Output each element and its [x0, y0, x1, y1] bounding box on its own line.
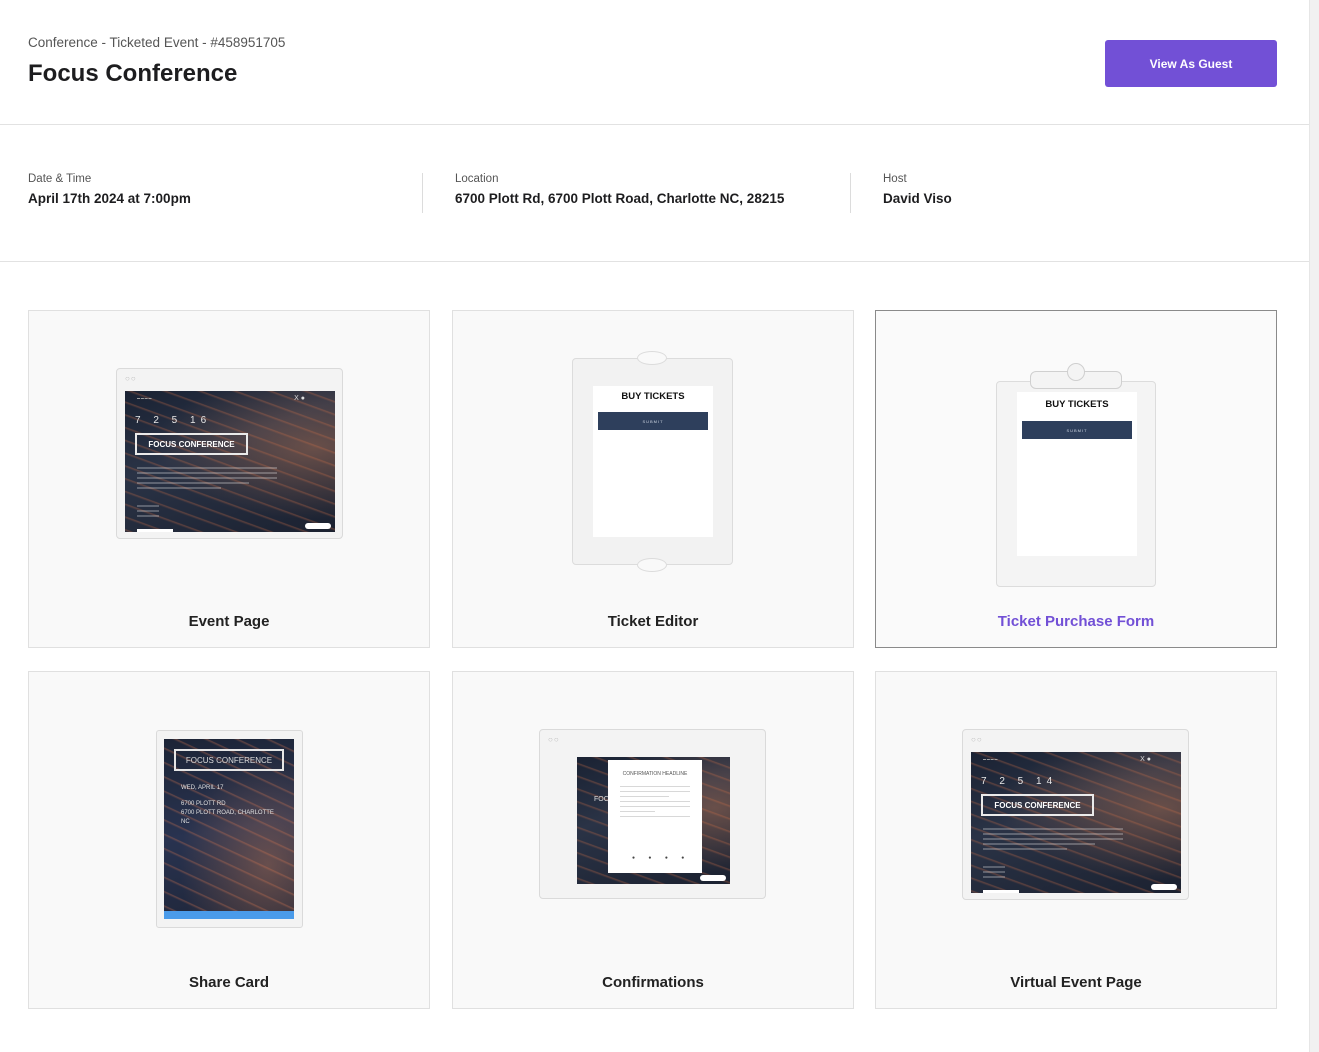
social-icons: X ● — [1140, 756, 1151, 763]
preview-event-title: FOCUS CONFERENCE — [135, 433, 248, 455]
confirmation-rows — [620, 786, 690, 821]
ticket-notch — [637, 558, 667, 572]
share-card-address-2: 6700 PLOTT ROAD, CHARLOTTE — [181, 810, 274, 816]
confirmation-headline: CONFIRMATION HEADLINE — [622, 771, 688, 777]
share-card-title: FOCUS CONFERENCE — [174, 749, 284, 771]
clipboard-ring-icon — [1067, 363, 1085, 381]
preview-nav: ▬ ▬ ▬ ▬ — [983, 757, 998, 761]
card-label: Ticket Editor — [607, 613, 699, 630]
preview-event-title: FOCUS CONFERENCE — [981, 794, 1094, 816]
preview-logo — [305, 523, 331, 529]
social-icons: X ● — [294, 395, 305, 402]
window-dots-icon: ○○ — [125, 374, 137, 383]
confirmation-modal: CONFIRMATION HEADLINE ● ● ● ● — [608, 760, 702, 873]
card-ticket-purchase-form[interactable]: BUY TICKETS SUBMIT Ticket Purchase Form — [875, 310, 1277, 648]
location-section: Location 6700 Plott Rd, 6700 Plott Road,… — [455, 173, 784, 206]
clipboard-preview: BUY TICKETS SUBMIT — [996, 381, 1156, 587]
preview-description — [983, 828, 1123, 853]
location-label: Location — [455, 173, 499, 185]
buy-tickets-heading: BUY TICKETS — [1045, 399, 1109, 410]
card-event-page[interactable]: ○○ ▬ ▬ ▬ ▬ X ● 7 2 5 16 FOCUS CONFERENCE… — [28, 310, 430, 648]
page-title: Focus Conference — [28, 60, 238, 87]
submit-bar: SUBMIT — [598, 412, 708, 430]
date-time-section: Date & Time April 17th 2024 at 7:00pm — [28, 173, 191, 206]
divider — [422, 173, 423, 213]
card-label: Share Card — [188, 974, 270, 991]
card-share-card[interactable]: FOCUS CONFERENCE WED, APRIL 17 6700 PLOT… — [28, 671, 430, 1009]
card-virtual-event-page[interactable]: ○○ ▬ ▬ ▬ ▬ X ● 7 2 5 14 FOCUS CONFERENCE… — [875, 671, 1277, 1009]
confirmation-preview: ○○ FOC CONFIRMATION HEADLINE ● ● ● ● — [539, 729, 766, 899]
countdown: 7 2 5 14 — [981, 776, 1058, 787]
share-card-address-1: 6700 PLOTT RD — [181, 801, 226, 807]
share-card-address-3: NC — [181, 819, 190, 825]
card-ticket-editor[interactable]: BUY TICKETS SUBMIT Ticket Editor — [452, 310, 854, 648]
divider — [850, 173, 851, 213]
share-card-footer-bar — [164, 911, 294, 919]
preview-logo — [1151, 884, 1177, 890]
virtual-event-hero: ▬ ▬ ▬ ▬ X ● 7 2 5 14 FOCUS CONFERENCE — [971, 752, 1181, 893]
confirmation-backdrop: FOC CONFIRMATION HEADLINE ● ● ● ● — [577, 757, 730, 884]
preview-footer — [983, 890, 1019, 893]
ticket-form: BUY TICKETS SUBMIT — [593, 386, 713, 537]
host-label: Host — [883, 173, 907, 185]
date-time-value: April 17th 2024 at 7:00pm — [28, 191, 191, 206]
virtual-event-preview: ○○ ▬ ▬ ▬ ▬ X ● 7 2 5 14 FOCUS CONFERENCE — [962, 729, 1189, 900]
event-info-bar: Date & Time April 17th 2024 at 7:00pm Lo… — [0, 125, 1309, 262]
preview-description — [137, 467, 277, 492]
event-page-hero: ▬ ▬ ▬ ▬ X ● 7 2 5 16 FOCUS CONFERENCE — [125, 391, 335, 532]
window-dots-icon: ○○ — [971, 735, 983, 744]
preview-address — [137, 505, 159, 520]
ticket-preview: BUY TICKETS SUBMIT — [572, 351, 733, 572]
card-label: Confirmations — [602, 974, 704, 991]
page-scrollbar[interactable] — [1309, 0, 1319, 1052]
share-card-date: WED, APRIL 17 — [181, 785, 224, 791]
host-section: Host David Viso — [883, 173, 952, 206]
confirmation-social-icons: ● ● ● ● — [632, 855, 691, 861]
host-value: David Viso — [883, 191, 952, 206]
countdown: 7 2 5 16 — [135, 415, 212, 426]
submit-bar: SUBMIT — [1022, 421, 1132, 439]
breadcrumb: Conference - Ticketed Event - #458951705 — [28, 35, 286, 50]
preview-address — [983, 866, 1005, 881]
preview-nav: ▬ ▬ ▬ ▬ — [137, 396, 152, 400]
buy-tickets-heading: BUY TICKETS — [621, 391, 685, 402]
share-card-image: FOCUS CONFERENCE WED, APRIL 17 6700 PLOT… — [164, 739, 294, 919]
location-value: 6700 Plott Rd, 6700 Plott Road, Charlott… — [455, 191, 785, 206]
purchase-form: BUY TICKETS SUBMIT — [1017, 392, 1137, 556]
ticket-notch — [637, 351, 667, 365]
backdrop-title: FOC — [594, 796, 609, 803]
date-time-label: Date & Time — [28, 173, 92, 185]
window-dots-icon: ○○ — [548, 735, 560, 744]
preview-logo — [700, 875, 726, 881]
card-label: Ticket Purchase Form — [997, 613, 1155, 630]
card-label: Virtual Event Page — [1010, 974, 1142, 991]
event-header: Conference - Ticketed Event - #458951705… — [0, 0, 1309, 125]
event-page-preview: ○○ ▬ ▬ ▬ ▬ X ● 7 2 5 16 FOCUS CONFERENCE — [116, 368, 343, 539]
share-card-preview: FOCUS CONFERENCE WED, APRIL 17 6700 PLOT… — [156, 730, 303, 928]
view-as-guest-button[interactable]: View As Guest — [1105, 40, 1277, 87]
preview-footer — [137, 529, 173, 532]
card-confirmations[interactable]: ○○ FOC CONFIRMATION HEADLINE ● ● ● ● Con… — [452, 671, 854, 1009]
card-label: Event Page — [188, 613, 270, 630]
